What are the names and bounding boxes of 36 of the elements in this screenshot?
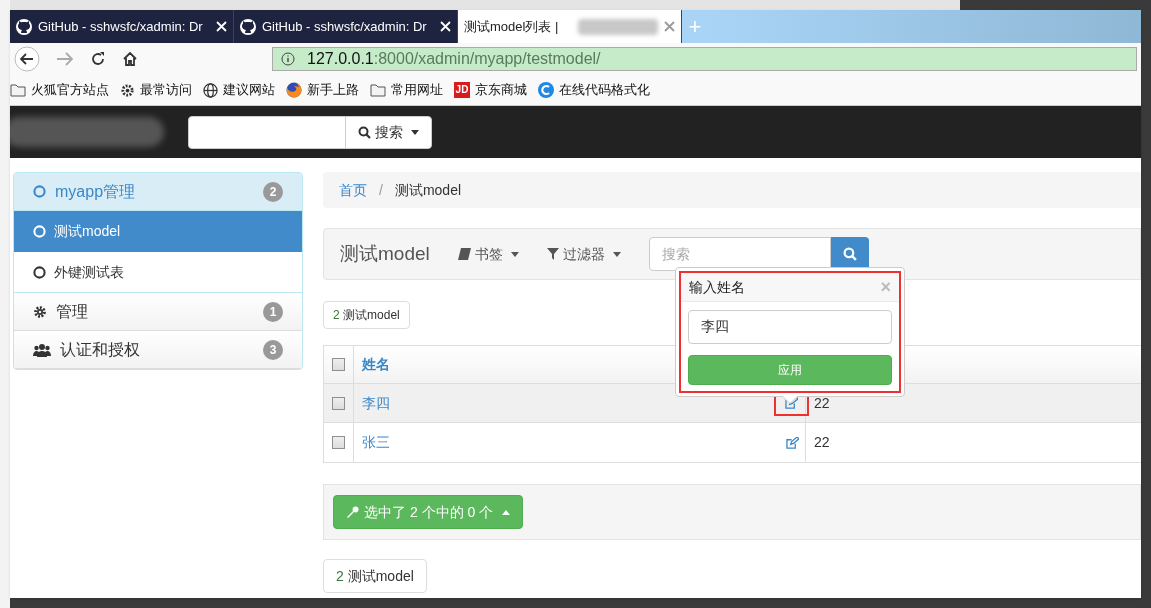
tab-title: GitHub - sshwsfc/xadmin: Dr (38, 17, 203, 36)
search-field[interactable]: 搜索 (648, 237, 831, 271)
bookmark-item[interactable]: 新手上路 (286, 80, 361, 100)
bookmark-item[interactable]: 在线代码格式化 (538, 80, 652, 100)
count-badge: 2 (263, 181, 283, 202)
jd-logo-icon: JD (454, 82, 470, 98)
bookmark-item[interactable]: 常用网址 (370, 80, 445, 100)
name-link[interactable]: 张三 (362, 432, 390, 453)
table-cell-text: 22 (814, 433, 830, 452)
count-badge: 1 (263, 301, 283, 322)
tab-title: GitHub - sshwsfc/xadmin: Dr (262, 17, 427, 36)
table-cell-text: 22 (814, 393, 830, 413)
navbar-search-field[interactable]: 搜索 (188, 115, 432, 149)
address-bar[interactable]: 127.0.0.1:8000/xadmin/myapp/testmodel/ (272, 47, 1137, 71)
breadcrumb-link[interactable]: 首页 (339, 179, 367, 201)
name-input[interactable]: 李四 (688, 310, 892, 344)
bookmark-item[interactable]: JD 京东商城 (454, 80, 529, 100)
breadcrumb-current: 测试model (394, 180, 462, 200)
count-button[interactable]: 2 测试model (323, 301, 410, 329)
sidebar-item[interactable]: 测试model (14, 211, 302, 252)
url-text: 127.0.0.1:8000/xadmin/myapp/testmodel/ (307, 49, 601, 69)
browser-tab[interactable]: 测试model列表 | (458, 10, 682, 43)
bookmark-item[interactable]: 建议网站 (203, 80, 277, 100)
bookmark-item[interactable]: 火狐官方站点 (10, 80, 111, 100)
bookmarks-menu[interactable]: 书签 (457, 243, 519, 265)
count-badge: 3 (263, 339, 283, 360)
column-header[interactable]: 姓名 (362, 354, 390, 375)
bookmark-item[interactable]: 最常访问 (120, 80, 194, 100)
page-title: 测试model (340, 241, 430, 266)
filters-menu[interactable]: 过滤器 (546, 243, 621, 265)
tab-title: 测试model列表 | (464, 17, 559, 36)
count-button[interactable]: 2 测试model (323, 559, 427, 593)
search-dropdown-button[interactable]: 搜索 (345, 116, 431, 148)
name-link[interactable]: 李四 (362, 392, 390, 414)
popover-title: 输入姓名 (689, 277, 745, 297)
breadcrumb-separator: / (379, 180, 383, 200)
